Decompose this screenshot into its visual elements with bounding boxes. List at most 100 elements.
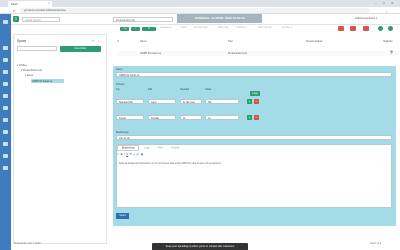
type-column-label: Typ (116, 88, 120, 91)
description-label: Beskrivning (116, 131, 129, 134)
add-button[interactable]: + Ny (120, 27, 129, 31)
window-close-icon[interactable]: ✕ (391, 1, 394, 5)
tree-item-selected[interactable]: GDPR för Kanzi.se (31, 79, 64, 83)
new-folder-button[interactable]: New folder (60, 46, 101, 52)
criteria-value-input[interactable]: Ja (205, 115, 239, 120)
folder-filter-input[interactable] (17, 46, 57, 51)
criteria-field-select[interactable]: Kontakt (148, 115, 176, 120)
add-criteria-button[interactable]: Lägg (250, 91, 260, 96)
remove-row-icon[interactable]: − (254, 115, 259, 120)
tab-description[interactable]: Beskrivning (117, 144, 140, 151)
collapse-icon[interactable]: « (98, 39, 100, 43)
name-input[interactable]: GDPR för Kanzi.se (116, 72, 392, 77)
panel-title: Space (17, 39, 27, 43)
image-icon[interactable]: ▣ (141, 153, 143, 156)
tab-files[interactable]: Filer (154, 146, 167, 150)
toolbar-link-settings[interactable]: INSTÄLLN (282, 27, 292, 29)
toolbar-link-deviations[interactable]: AVVIKELSER (194, 27, 207, 29)
grid-checkbox-header[interactable]: ☐ (117, 40, 119, 45)
search-input[interactable]: Global search (22, 17, 60, 22)
editor-toolbar: ↶ B I U ☰ ≡ 🔗 ▣ (117, 153, 387, 158)
copy-button[interactable]: ⧉ (142, 27, 156, 31)
underline-icon[interactable]: U (126, 153, 128, 156)
tab-log[interactable]: Logg (140, 146, 153, 150)
value-column-label: Värde (205, 88, 212, 91)
browser-tab-title: Kanzi (11, 2, 18, 6)
calendar-icon[interactable] (3, 58, 8, 62)
tree-item-root[interactable]: ▾ All files (17, 64, 27, 67)
users-icon[interactable] (3, 82, 8, 86)
close-icon[interactable]: ✕ (48, 2, 50, 5)
alert-icon[interactable] (3, 70, 8, 74)
cell-folder: Productivitet (14) (228, 52, 247, 55)
footer-version: Kanzi v4.0 (370, 242, 382, 245)
criteria-value-input[interactable]: SE (205, 99, 239, 104)
delete-icon[interactable]: 🗑 (390, 51, 393, 54)
clock-icon[interactable] (3, 94, 8, 98)
field-column-label: Fält (148, 88, 152, 91)
operator-column-label: Operator (180, 88, 190, 91)
column-header-title[interactable]: Titel (228, 40, 233, 45)
forward-icon[interactable]: → (8, 9, 11, 13)
italic-icon[interactable]: I (124, 153, 125, 156)
column-header-modified[interactable]: Senast ändrad (306, 40, 322, 45)
tree-item-ideas[interactable]: ▾ Ideas (25, 74, 33, 77)
link-icon[interactable]: 🔗 (136, 153, 139, 156)
notification-icon[interactable] (338, 26, 344, 31)
chart-icon[interactable] (3, 130, 8, 134)
column-header-actions: Åtgärder (383, 40, 393, 43)
minimize-icon[interactable]: – (375, 1, 377, 5)
align-icon[interactable]: ≡ (133, 153, 135, 156)
description-select[interactable]: Om du vill (116, 135, 392, 140)
maximize-icon[interactable]: □ (383, 1, 385, 5)
tree-item-space[interactable]: ▾ Productivitet (14) (21, 69, 42, 72)
message-icon[interactable] (350, 26, 356, 31)
criteria-type-select[interactable]: Standard fält (116, 99, 144, 104)
toolbar-link-reports[interactable]: RAPPORTER (258, 27, 272, 29)
toolbar-link-time[interactable]: TIDER (180, 27, 187, 29)
tab-history[interactable]: Historik (167, 146, 183, 150)
criteria-operator-select[interactable]: är lika med (180, 99, 202, 104)
folder-icon[interactable] (3, 118, 8, 122)
editor-text[interactable]: Detta är detaljerad information om hur v… (119, 163, 379, 165)
criteria-field-select[interactable]: Land (148, 99, 176, 104)
refresh-icon[interactable]: ↻ (92, 39, 95, 43)
browser-tab-strip (0, 0, 400, 7)
column-header-name[interactable]: Namn (140, 40, 147, 45)
tag-icon[interactable] (3, 106, 8, 110)
add-row-icon[interactable]: + (247, 115, 252, 120)
submit-button[interactable]: Spara (116, 213, 129, 219)
criteria-type-select[interactable]: Kunde (116, 115, 144, 120)
folder-panel (13, 34, 107, 244)
save-button[interactable]: ✓ (131, 27, 140, 31)
reload-icon[interactable]: ↻ (13, 9, 16, 13)
alert-badge-icon[interactable] (363, 26, 369, 31)
toolbar-link-invoice[interactable]: FAKTURA (218, 27, 228, 29)
undo-icon[interactable]: ↶ (117, 153, 119, 156)
snackbar-message: Keep your spending up when you're in con… (152, 243, 248, 250)
unit-select[interactable]: Faktureringsenhet 1 (355, 17, 385, 20)
document-icon[interactable] (3, 154, 8, 158)
chart-icon[interactable] (3, 142, 8, 146)
toolbar-link-plan[interactable]: PLANLÄGG (160, 27, 172, 29)
avatar[interactable] (378, 26, 383, 31)
space-select[interactable]: Productivitet (14) (113, 17, 173, 22)
back-icon[interactable]: ← (3, 9, 6, 13)
toolbar-link-overview[interactable]: ÖVERSIKT (236, 27, 247, 29)
cell-name: GDPR för Kanzi.se (140, 52, 162, 55)
criteria-label: Kriterier (116, 83, 125, 86)
share-icon[interactable] (3, 46, 8, 50)
bold-icon[interactable]: B (121, 153, 123, 156)
table-row[interactable]: GDPR för Kanzi.se Productivitet (14) 🗑 (117, 51, 397, 56)
home-icon[interactable] (3, 20, 8, 24)
footer-copyright: Productivitet (14) © 2020 (14, 242, 41, 245)
criteria-operator-select[interactable]: Är (180, 115, 202, 120)
menu-icon[interactable]: ≡ (13, 16, 19, 22)
help-icon[interactable] (388, 26, 393, 31)
list-icon[interactable]: ☰ (129, 153, 131, 156)
browser-menu-icon[interactable]: ⋮ (385, 9, 388, 13)
gear-icon[interactable] (3, 166, 8, 170)
remove-row-icon[interactable]: − (254, 99, 259, 104)
address-bar[interactable]: gm.kanzi.com/admin/kb/articles/new (20, 8, 370, 13)
add-row-icon[interactable]: + (247, 99, 252, 104)
